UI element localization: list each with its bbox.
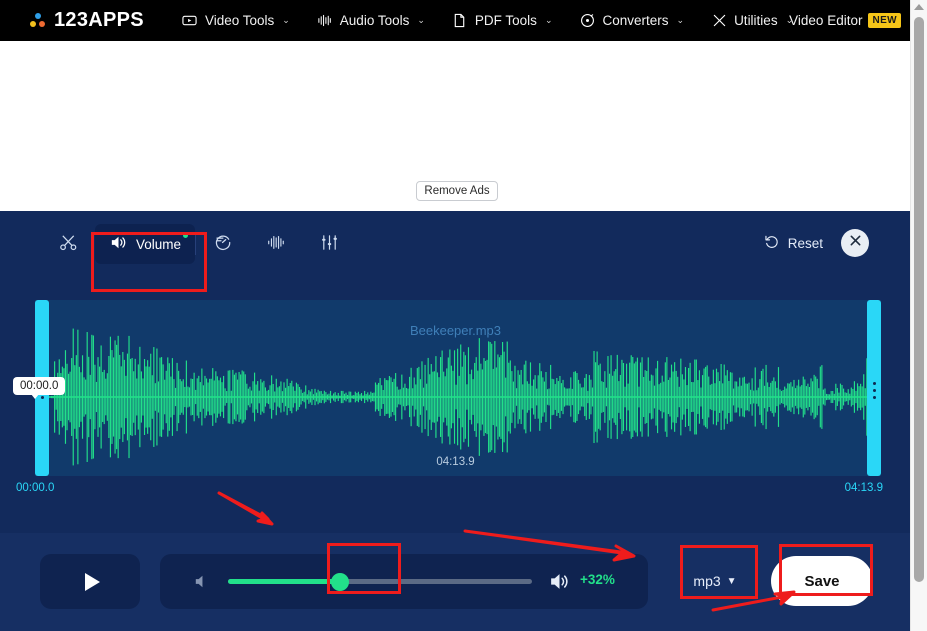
chevron-down-icon: ⌄ — [677, 15, 685, 26]
audio-editor: Volume — [0, 211, 911, 631]
close-icon — [849, 234, 862, 252]
start-time-tooltip: 00:00.0 — [13, 377, 65, 395]
new-badge: NEW — [868, 13, 901, 28]
tool-volume-button[interactable]: Volume — [95, 224, 195, 264]
waveform-area[interactable]: Beekeeper.mp3 04:13.9 00:00.0 — [0, 300, 911, 476]
trim-handle-right[interactable] — [867, 300, 881, 476]
speed-icon — [213, 233, 232, 255]
header-right: Video Editor NEW — [789, 0, 901, 41]
page-scrollbar[interactable] — [910, 0, 927, 631]
tool-volume-label: Volume — [136, 237, 181, 252]
waveform-icon — [266, 233, 286, 255]
active-indicator-dot — [183, 233, 188, 238]
speaker-high-icon — [548, 570, 571, 598]
video-tools-icon — [182, 13, 198, 29]
site-header: 123APPS Video Tools ⌄ — [0, 0, 911, 41]
chevron-down-icon: ▼ — [727, 576, 737, 587]
close-button[interactable] — [841, 229, 869, 257]
format-dropdown[interactable]: mp3 ▼ — [683, 559, 747, 603]
volume-slider-fill — [228, 579, 344, 584]
app-root: 123APPS Video Tools ⌄ — [0, 0, 911, 631]
tool-equalizer-button[interactable] — [303, 224, 356, 264]
speaker-low-icon — [192, 572, 211, 596]
utilities-icon — [711, 13, 727, 29]
nav-item-converters[interactable]: Converters ⌄ — [579, 13, 684, 29]
nav-item-pdf-tools[interactable]: PDF Tools ⌄ — [452, 13, 553, 29]
chevron-down-icon: ⌄ — [282, 15, 290, 26]
nav-item-video-tools[interactable]: Video Tools ⌄ — [182, 13, 290, 29]
pdf-tools-icon — [452, 13, 468, 29]
volume-control-panel: +32% — [160, 554, 648, 609]
brand-name: 123APPS — [54, 9, 144, 32]
waveform-duration-label: 04:13.9 — [0, 456, 911, 468]
volume-slider[interactable] — [228, 579, 532, 584]
logo-dots-icon — [30, 12, 45, 29]
converters-icon — [579, 13, 595, 29]
save-button[interactable]: Save — [771, 556, 873, 606]
tool-audio-button[interactable] — [249, 224, 303, 264]
tool-cut-button[interactable] — [42, 224, 95, 264]
remove-ads-button[interactable]: Remove Ads — [416, 181, 498, 201]
speaker-icon — [109, 233, 128, 255]
nav-item-audio-tools[interactable]: Audio Tools ⌄ — [317, 13, 425, 29]
tool-buttons: Volume — [42, 224, 356, 264]
nav-label: Video Tools — [205, 13, 274, 28]
player-controls-bar: +32% mp3 ▼ Save — [0, 533, 911, 631]
reset-label: Reset — [788, 236, 823, 251]
nav-item-utilities[interactable]: Utilities ⌄ — [711, 13, 793, 29]
play-button[interactable] — [40, 554, 140, 609]
nav-label: PDF Tools — [475, 13, 537, 28]
volume-percent-label: +32% — [580, 572, 615, 587]
video-editor-link[interactable]: Video Editor — [789, 13, 862, 28]
brand-logo[interactable]: 123APPS — [30, 9, 144, 32]
equalizer-icon — [320, 233, 339, 255]
timeline-start-label: 00:00.0 — [16, 482, 54, 494]
main-nav: Video Tools ⌄ Audio Tools ⌄ — [182, 13, 793, 29]
undo-icon — [764, 234, 780, 253]
chevron-down-icon: ⌄ — [417, 15, 425, 26]
chevron-down-icon: ⌄ — [545, 15, 553, 26]
format-value: mp3 — [693, 573, 720, 589]
scrollbar-thumb[interactable] — [914, 17, 924, 582]
editor-toolbar: Volume — [0, 211, 911, 277]
timeline-end-label: 04:13.9 — [845, 482, 883, 494]
audio-tools-icon — [317, 13, 333, 29]
nav-label: Utilities — [734, 13, 778, 28]
scroll-up-arrow-icon[interactable] — [914, 4, 924, 10]
reset-button[interactable]: Reset — [764, 234, 823, 253]
timeline-labels: 00:00.0 04:13.9 — [0, 482, 911, 500]
volume-slider-thumb[interactable] — [331, 573, 349, 591]
nav-label: Audio Tools — [340, 13, 410, 28]
nav-label: Converters — [602, 13, 668, 28]
play-icon — [85, 573, 100, 591]
tool-speed-button[interactable] — [196, 224, 249, 264]
scissors-icon — [59, 233, 78, 255]
waveform-file-name: Beekeeper.mp3 — [0, 323, 911, 338]
